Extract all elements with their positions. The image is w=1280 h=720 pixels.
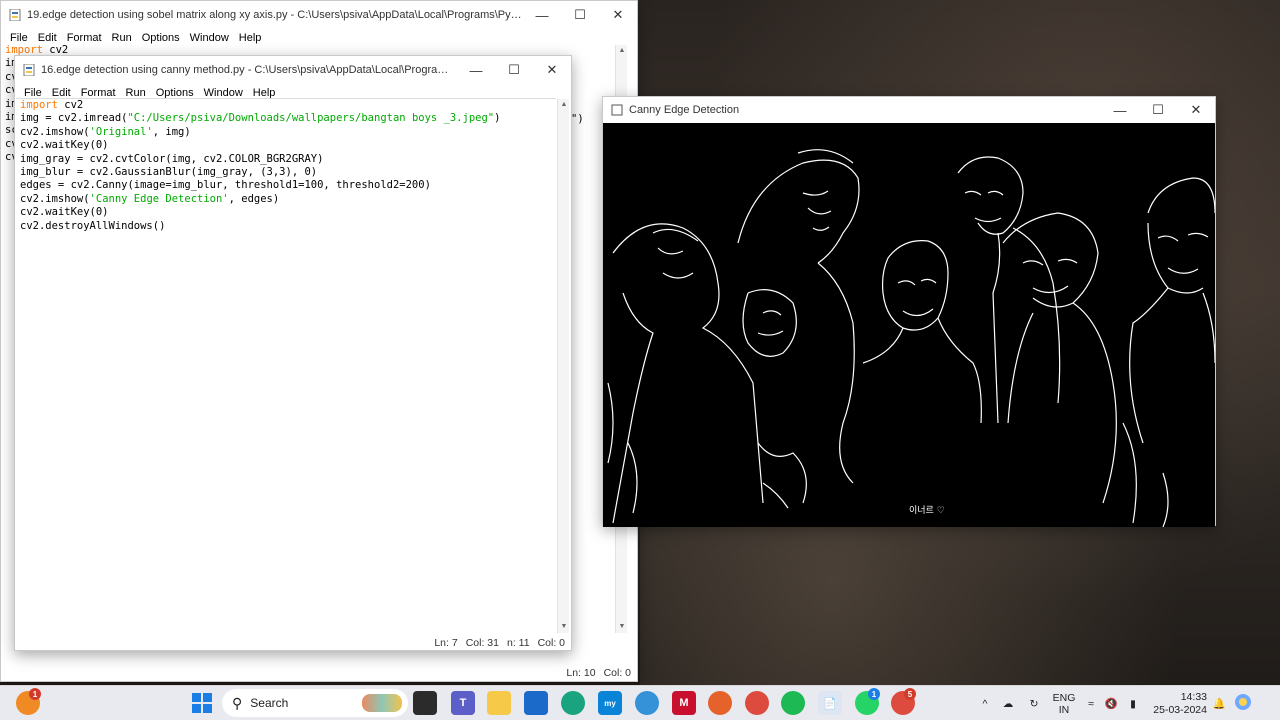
window-title: 16.edge detection using canny method.py … (41, 64, 457, 76)
microsoft-store-icon[interactable] (524, 691, 548, 715)
firefox-icon[interactable] (708, 691, 732, 715)
code-text: ) (494, 112, 501, 125)
close-button[interactable]: ✕ (533, 56, 571, 84)
onedrive-icon[interactable]: ☁ (995, 698, 1021, 710)
minimize-button[interactable]: — (523, 1, 561, 29)
scroll-up-arrow[interactable]: ▲ (616, 45, 628, 57)
code-text: cv2.imshow( (20, 125, 90, 138)
maximize-button[interactable]: ☐ (495, 56, 533, 84)
status-bar: Ln: 10 Col: 0 (1, 665, 637, 681)
whatsapp-badge: 1 (868, 688, 880, 700)
python-file-icon (23, 63, 35, 77)
system-tray: ^ ☁ ↻ ENG IN ≈ 🔇 ▮ 14:33 25-03-2024 🔔 (975, 686, 1255, 720)
wifi-icon[interactable]: ≈ (1081, 698, 1101, 710)
code-text: cv2.waitKey(0) (20, 206, 109, 219)
watermark-signature: 이너르 ♡ (909, 506, 945, 516)
column-number: Col: 31 (465, 637, 499, 649)
clock-date: 25-03-2024 (1153, 703, 1207, 716)
notification-badge: 1 (29, 688, 41, 700)
edge-browser-icon[interactable] (561, 691, 585, 715)
titlebar[interactable]: 19.edge detection using sobel matrix alo… (1, 1, 637, 29)
battery-icon[interactable]: ▮ (1121, 698, 1145, 710)
code-text: , edges) (228, 192, 280, 205)
minimize-button[interactable]: — (457, 56, 495, 84)
code-text: img_gray = cv2.cvtColor(img, cv2.COLOR_B… (20, 152, 324, 165)
code-text: edges = cv2.Canny(image=img_blur, thresh… (20, 179, 431, 192)
code-text: img = cv2.imread( (20, 112, 128, 125)
maximize-button[interactable]: ☐ (561, 1, 599, 29)
string-literal: 'Canny Edge Detection' (89, 192, 229, 205)
python-idle-icon[interactable]: 📄 (818, 691, 842, 715)
copilot-icon[interactable] (1231, 693, 1255, 714)
close-button[interactable]: ✕ (599, 1, 637, 29)
scroll-up-arrow[interactable]: ▲ (558, 99, 570, 111)
code-text: cv2.destroyAllWindows() (20, 219, 166, 232)
window-title: Canny Edge Detection (629, 104, 740, 116)
menu-options[interactable]: Options (137, 32, 185, 44)
windows-start-icon[interactable] (190, 691, 214, 715)
code-text: img_blur = cv2.GaussianBlur(img_gray, (3… (20, 166, 318, 179)
scroll-down-arrow[interactable]: ▼ (616, 621, 628, 633)
close-button[interactable]: ✕ (1177, 97, 1215, 123)
taskbar: 1 ⚲ Search T my M 📄 1 5 ^ ☁ ↻ ENG IN ≈ 🔇… (0, 685, 1280, 720)
mydesk-app-icon[interactable]: my (598, 691, 622, 715)
chevron-up-icon[interactable]: ^ (975, 698, 995, 710)
taskbar-search[interactable]: ⚲ Search (222, 689, 408, 717)
menu-window[interactable]: Window (185, 32, 234, 44)
refresh-icon[interactable]: ↻ (1021, 698, 1047, 710)
string-literal: 'Original' (89, 125, 153, 138)
window-icon (611, 104, 623, 116)
canny-output-window[interactable]: Canny Edge Detection — ☐ ✕ 이너르 ♡ (602, 96, 1216, 527)
clock[interactable]: 14:33 25-03-2024 (1145, 691, 1207, 717)
menu-run[interactable]: Run (107, 32, 137, 44)
python-file-icon (9, 8, 21, 22)
chrome-badge: 5 (904, 688, 916, 700)
edge-alt-icon[interactable] (635, 691, 659, 715)
spotify-icon[interactable] (781, 691, 805, 715)
column-number: Col: 0 (603, 667, 631, 679)
code-text: cv2 (57, 99, 84, 111)
status-bar: Ln: 7 Col: 31 n: 11 Col: 0 (15, 635, 571, 651)
menu-format[interactable]: Format (62, 32, 107, 44)
titlebar[interactable]: 16.edge detection using canny method.py … (15, 56, 571, 84)
search-highlight-image-icon (362, 694, 402, 712)
edge-image-drawing (607, 149, 1215, 527)
code-fragment: ") (571, 113, 584, 125)
language-code: ENG (1052, 691, 1076, 704)
line-number: Ln: 10 (566, 667, 596, 679)
task-view-icon[interactable] (413, 691, 437, 715)
code-editor[interactable]: import cv2 img = cv2.imread("C:/Users/ps… (20, 99, 556, 629)
notifications-bell-icon[interactable]: 🔔 (1207, 697, 1231, 710)
menu-help[interactable]: Help (234, 32, 267, 44)
minimize-button[interactable]: — (1101, 97, 1139, 123)
maximize-button[interactable]: ☐ (1139, 97, 1177, 123)
titlebar[interactable]: Canny Edge Detection — ☐ ✕ (603, 97, 1215, 123)
vertical-scrollbar[interactable]: ▲ ▼ (557, 99, 569, 633)
search-placeholder: Search (250, 696, 289, 710)
code-text: cv2.waitKey(0) (20, 139, 109, 152)
region-code: IN (1058, 703, 1070, 716)
menu-edit[interactable]: Edit (33, 32, 62, 44)
line-number: Ln: 7 (434, 637, 458, 649)
column-number-2: Col: 0 (537, 637, 565, 649)
status-fragment: n: 11 (506, 637, 530, 649)
menu-file[interactable]: File (5, 32, 33, 44)
code-text: , img) (152, 125, 191, 138)
string-literal: "C:/Users/psiva/Downloads/wallpapers/ban… (127, 112, 495, 125)
window-title: 19.edge detection using sobel matrix alo… (27, 9, 523, 21)
idle-window-canny[interactable]: 16.edge detection using canny method.py … (14, 55, 572, 651)
search-icon: ⚲ (232, 694, 243, 711)
language-indicator[interactable]: ENG IN (1047, 692, 1081, 716)
keyword: import (20, 99, 58, 111)
edge-image: 이너르 ♡ (603, 123, 1215, 527)
mcafee-icon[interactable]: M (672, 691, 696, 715)
clock-time: 14:33 (1180, 690, 1207, 703)
speaker-muted-icon[interactable]: 🔇 (1101, 697, 1121, 710)
scroll-down-arrow[interactable]: ▼ (558, 621, 570, 633)
teams-icon[interactable]: T (451, 691, 475, 715)
code-text: cv2.imshow( (20, 192, 90, 205)
file-explorer-icon[interactable] (487, 691, 511, 715)
chrome-icon[interactable] (745, 691, 769, 715)
